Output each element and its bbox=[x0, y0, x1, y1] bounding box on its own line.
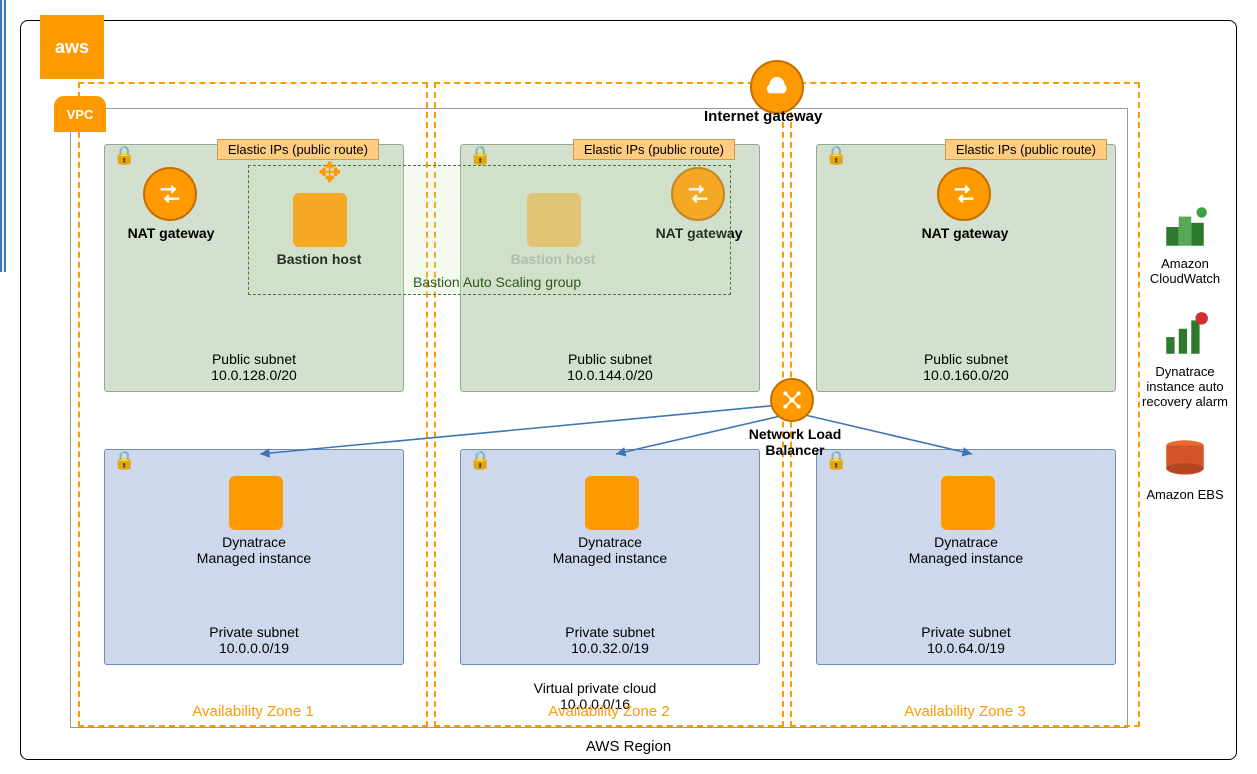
nat-gateway-icon bbox=[937, 167, 991, 221]
availability-zone-3: Availability Zone 3 🔒 Elastic IPs (publi… bbox=[790, 82, 1140, 727]
ebs-item: Amazon EBS bbox=[1146, 433, 1223, 502]
public-subnet-label: Public subnet 10.0.144.0/20 bbox=[461, 351, 759, 383]
public-subnet-label: Public subnet 10.0.128.0/20 bbox=[105, 351, 403, 383]
region-label: AWS Region bbox=[586, 738, 671, 755]
eip-label: Elastic IPs (public route) bbox=[217, 139, 379, 160]
autoscaling-icon: ✥ bbox=[318, 156, 341, 189]
public-subnet-label: Public subnet 10.0.160.0/20 bbox=[817, 351, 1115, 383]
nat-gateway-label: NAT gateway bbox=[111, 225, 231, 241]
nat-gateway-icon bbox=[143, 167, 197, 221]
cloudwatch-label: Amazon CloudWatch bbox=[1141, 256, 1229, 286]
lock-icon: 🔒 bbox=[825, 145, 847, 166]
eip-label: Elastic IPs (public route) bbox=[573, 139, 735, 160]
dynatrace-label: Dynatrace Managed instance bbox=[817, 534, 1115, 566]
private-subnet-label: Private subnet 10.0.64.0/19 bbox=[817, 624, 1115, 656]
az1-private-subnet: 🔒 Dynatrace Managed instance Private sub… bbox=[104, 449, 404, 665]
az1-label: Availability Zone 1 bbox=[192, 703, 313, 720]
lock-icon: 🔒 bbox=[469, 450, 491, 471]
cloudwatch-item: Amazon CloudWatch bbox=[1141, 202, 1229, 286]
lock-icon: 🔒 bbox=[469, 145, 491, 166]
private-subnet-label: Private subnet 10.0.0.0/19 bbox=[105, 624, 403, 656]
aws-logo-icon: aws bbox=[40, 15, 104, 79]
dynatrace-instance-icon bbox=[941, 476, 995, 530]
cloudwatch-icon bbox=[1160, 202, 1210, 252]
az3-public-subnet: 🔒 Elastic IPs (public route) NAT gateway… bbox=[816, 144, 1116, 392]
dynatrace-instance-icon bbox=[229, 476, 283, 530]
dynatrace-instance-icon bbox=[585, 476, 639, 530]
alarm-label: Dynatrace instance auto recovery alarm bbox=[1141, 364, 1229, 409]
igw-nlb-line bbox=[0, 0, 6, 272]
alarm-item: Dynatrace instance auto recovery alarm bbox=[1141, 310, 1229, 409]
internet-gateway-label: Internet gateway bbox=[704, 108, 822, 125]
az2-label: Availability Zone 2 bbox=[548, 703, 669, 720]
az3-label: Availability Zone 3 bbox=[904, 703, 1025, 720]
lock-icon: 🔒 bbox=[113, 450, 135, 471]
ebs-icon bbox=[1160, 433, 1210, 483]
private-subnet-label: Private subnet 10.0.32.0/19 bbox=[461, 624, 759, 656]
alarm-icon bbox=[1160, 310, 1210, 360]
dynatrace-label: Dynatrace Managed instance bbox=[105, 534, 403, 566]
lock-icon: 🔒 bbox=[113, 145, 135, 166]
internet-gateway-icon bbox=[750, 60, 804, 114]
dynatrace-label: Dynatrace Managed instance bbox=[461, 534, 759, 566]
asg-label: Bastion Auto Scaling group bbox=[413, 274, 581, 290]
az2-private-subnet: 🔒 Dynatrace Managed instance Private sub… bbox=[460, 449, 760, 665]
vpc-badge-icon: VPC bbox=[54, 96, 106, 132]
nlb-label: Network Load Balancer bbox=[735, 426, 855, 458]
sidebar-services: Amazon CloudWatch Dynatrace instance aut… bbox=[1141, 202, 1229, 502]
ebs-label: Amazon EBS bbox=[1146, 487, 1223, 502]
network-load-balancer-icon bbox=[770, 378, 814, 422]
eip-label: Elastic IPs (public route) bbox=[945, 139, 1107, 160]
az3-private-subnet: 🔒 Dynatrace Managed instance Private sub… bbox=[816, 449, 1116, 665]
nat-gateway-label: NAT gateway bbox=[905, 225, 1025, 241]
